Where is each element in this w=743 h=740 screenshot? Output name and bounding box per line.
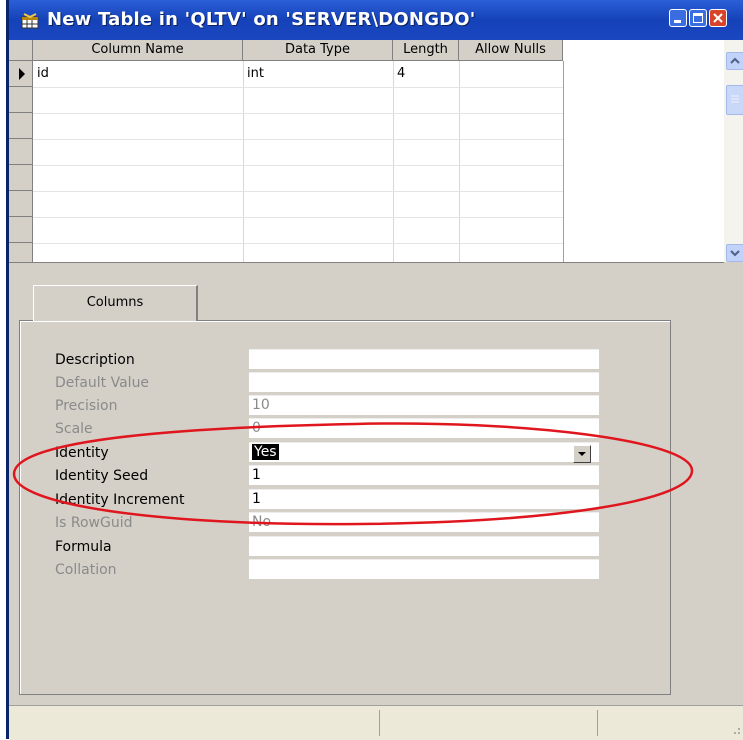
scroll-up-button[interactable] [726,52,743,70]
tab-columns[interactable]: Columns [33,285,198,321]
row-selector[interactable] [9,165,33,191]
grid-line [393,61,394,262]
grip-icon [731,95,739,103]
property-label: Identity [55,445,109,461]
precision-field: 10 [249,395,599,415]
identity-seed-field[interactable]: 1 [249,465,599,485]
row-selector[interactable] [9,113,33,139]
row-selector[interactable] [9,87,33,113]
header-length[interactable]: Length [393,40,459,61]
row-selector[interactable] [9,243,33,262]
grid-line [563,61,564,262]
property-label: Scale [55,421,93,437]
row-selector[interactable] [9,217,33,243]
grid-line [33,217,563,218]
column-grid[interactable]: Column Name Data Type Length Allow Nulls… [9,40,724,263]
header-column-name[interactable]: Column Name [33,40,243,61]
maximize-button[interactable] [689,9,707,27]
property-label: Collation [55,562,117,578]
minimize-icon [674,20,681,23]
table-icon [21,13,39,29]
grid-line [243,61,244,262]
grid-line [459,61,460,262]
table-designer-window: New Table in 'QLTV' on 'SERVER\DONGDO' C… [6,0,743,740]
property-label: Formula [55,539,112,555]
status-bar [9,705,743,740]
grid-corner [9,40,33,61]
is-rowguid-field: No [249,512,599,532]
chevron-down-icon [730,250,740,257]
close-button[interactable] [709,9,727,27]
cell-data-type[interactable]: int [243,62,393,86]
maximize-icon [693,13,703,23]
property-label: Identity Increment [55,492,185,508]
grid-line [33,165,563,166]
chevron-up-icon [730,57,740,64]
collation-field [249,559,599,579]
identity-increment-field[interactable]: 1 [249,489,599,509]
grid-line [33,113,563,114]
cell-length[interactable]: 4 [393,62,459,86]
scroll-down-button[interactable] [726,244,743,262]
identity-select[interactable]: Yes [249,442,599,462]
status-divider [379,710,380,736]
grid-line [33,243,563,244]
dropdown-arrow-icon [578,452,586,456]
identity-dropdown-button[interactable] [573,445,591,463]
identity-selected-value: Yes [252,444,279,460]
window-title: New Table in 'QLTV' on 'SERVER\DONGDO' [47,9,476,30]
scale-field: 0 [249,418,599,438]
header-data-type[interactable]: Data Type [243,40,393,61]
grid-vertical-scrollbar[interactable] [724,40,743,262]
row-selector[interactable] [9,61,33,87]
grid-line [33,87,563,88]
scroll-thumb[interactable] [726,85,743,115]
minimize-button[interactable] [669,9,687,27]
formula-field[interactable] [249,536,599,556]
row-selector[interactable] [9,139,33,165]
property-label: Description [55,352,135,368]
current-row-arrow-icon [19,68,25,80]
header-allow-nulls[interactable]: Allow Nulls [459,40,563,61]
default-value-field [249,372,599,392]
cell-allow-nulls[interactable] [459,62,563,86]
property-label: Default Value [55,375,150,391]
row-selector[interactable] [9,191,33,217]
cell-column-name[interactable]: id [33,62,243,86]
grid-line [33,139,563,140]
status-divider [597,710,598,736]
title-bar[interactable]: New Table in 'QLTV' on 'SERVER\DONGDO' [9,0,743,40]
resize-grip-icon[interactable] [728,722,742,736]
property-label: Precision [55,398,118,414]
close-icon [713,13,723,23]
grid-line [33,191,563,192]
property-label: Identity Seed [55,468,149,484]
property-label: Is RowGuid [55,515,133,531]
description-field[interactable] [249,349,599,369]
